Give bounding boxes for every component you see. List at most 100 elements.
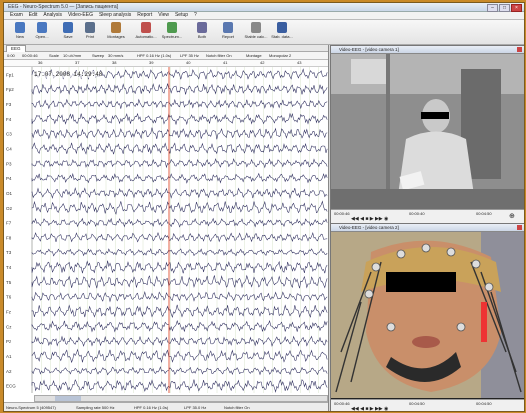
channel-label: F4 bbox=[6, 117, 12, 122]
open-folder-icon bbox=[37, 22, 47, 33]
time-tick: 41 bbox=[223, 60, 228, 65]
scale-label: Scale bbox=[49, 53, 60, 58]
menu-item-setup[interactable]: Setup bbox=[175, 12, 188, 19]
video1-controls: 00:00:46 00:00:40 00:04:50 ◀◀ ◀ ■ ▶ ▶▶ ◉… bbox=[331, 209, 524, 223]
channel-label: ECG bbox=[6, 384, 16, 389]
menu-item-view[interactable]: View bbox=[158, 12, 169, 19]
spectrum-button[interactable]: Spectrum... bbox=[160, 22, 184, 43]
eeg-trace bbox=[31, 335, 328, 347]
channel-label: C4 bbox=[6, 147, 12, 152]
video2-title: Video-EEG - [video camera 2] bbox=[339, 225, 399, 230]
channel-label: T5 bbox=[6, 280, 12, 285]
start-time: 0:00 bbox=[7, 53, 15, 58]
toolbar-label: New bbox=[15, 34, 24, 39]
channel-label: O2 bbox=[6, 206, 13, 211]
channel-label: C3 bbox=[6, 132, 12, 137]
eeg-trace bbox=[31, 83, 328, 95]
channel-label: Cz bbox=[6, 324, 12, 329]
menu-item--[interactable]: ? bbox=[194, 12, 197, 19]
scale-select[interactable]: 10 uV/mm bbox=[63, 53, 81, 58]
stab-data-button[interactable]: Stab. data... bbox=[270, 22, 294, 43]
app-window: EEG - Neuro-Spectrum 5.0 — [Запись пацие… bbox=[3, 2, 525, 412]
both-button[interactable]: Both bbox=[190, 22, 214, 43]
report-icon bbox=[223, 22, 233, 33]
eeg-trace bbox=[31, 348, 328, 364]
status-item: Neuro-Spectrum 5 (409547) bbox=[6, 405, 56, 410]
new-exam-button[interactable]: New bbox=[8, 22, 32, 43]
time-tick: 43 bbox=[297, 60, 302, 65]
both-icon bbox=[197, 22, 207, 33]
channel-label: Pz bbox=[6, 339, 12, 344]
video1-zoom-icon[interactable]: ⊕ bbox=[509, 212, 515, 220]
tab-eeg[interactable]: EEG bbox=[6, 45, 26, 52]
toolbar-label: Report bbox=[221, 34, 234, 39]
sweep-select[interactable]: 30 mm/s bbox=[108, 53, 123, 58]
video2-playback-buttons[interactable]: ◀◀ ◀ ■ ▶ ▶▶ ◉ bbox=[351, 406, 388, 411]
eeg-trace bbox=[31, 127, 328, 140]
menu-bar: Exam Edit Analysis Video-EEG Sleep analysis R… bbox=[4, 12, 524, 20]
eeg-timestamp: 17.07.2008 14:29:48 bbox=[34, 71, 103, 78]
video1-titlebar: Video-EEG - [video camera 1] bbox=[331, 46, 524, 54]
hpf-select[interactable]: HPF 0.16 Hz (1.0s) bbox=[137, 53, 171, 58]
eeg-scrollbar[interactable] bbox=[34, 395, 328, 402]
time-tick: 37 bbox=[75, 60, 80, 65]
lpf-select[interactable]: LPF 35 Hz bbox=[180, 53, 199, 58]
auto-analysis-button[interactable]: Automatic... bbox=[134, 22, 158, 43]
save-button[interactable]: Save bbox=[56, 22, 80, 43]
channel-label: P4 bbox=[6, 176, 12, 181]
time-axis: 36 37 38 39 40 41 42 43 bbox=[4, 60, 328, 67]
eeg-trace bbox=[31, 304, 328, 319]
channel-label: P3 bbox=[6, 161, 12, 166]
eeg-window: EEG 0:00 00:00:46 Scale 10 uV/mm Sweep 3… bbox=[4, 45, 329, 411]
time-tick: 36 bbox=[38, 60, 43, 65]
montage-select[interactable]: Monopolar 2 bbox=[269, 53, 291, 58]
menu-item-analysis[interactable]: Analysis bbox=[43, 12, 62, 19]
open-folder-button[interactable]: Open... bbox=[30, 22, 54, 43]
status-item: Notch filter On bbox=[224, 405, 250, 410]
eeg-control-row: 0:00 00:00:46 Scale 10 uV/mm Sweep 30 mm… bbox=[4, 52, 328, 60]
close-button[interactable]: × bbox=[511, 4, 522, 12]
stable-calc-icon bbox=[251, 22, 261, 33]
stab-data-icon bbox=[277, 22, 287, 33]
channel-label: F7 bbox=[6, 221, 12, 226]
channel-label: F8 bbox=[6, 235, 12, 240]
report-button[interactable]: Report bbox=[216, 22, 240, 43]
current-time: 00:00:46 bbox=[22, 53, 38, 58]
toolbar: New Open... Save Print Montages Automatic... S… bbox=[4, 20, 524, 45]
auto-analysis-icon bbox=[141, 22, 151, 33]
eeg-scrollbar-thumb[interactable] bbox=[55, 396, 81, 401]
menu-item-report[interactable]: Report bbox=[137, 12, 152, 19]
toolbar-label: Montages bbox=[107, 34, 125, 39]
video1-time-left: 00:00:46 bbox=[334, 211, 350, 216]
stable-calc-button[interactable]: Stable calc... bbox=[244, 22, 268, 43]
eeg-trace bbox=[31, 217, 328, 228]
video1-close-button[interactable] bbox=[517, 47, 522, 52]
video1-title: Video-EEG - [video camera 1] bbox=[339, 47, 399, 52]
montage-button[interactable]: Montages bbox=[104, 22, 128, 43]
channel-label: Fp1 bbox=[6, 72, 14, 77]
print-icon bbox=[85, 22, 95, 33]
menu-item-edit[interactable]: Edit bbox=[29, 12, 38, 19]
window-title: EEG - Neuro-Spectrum 5.0 — [Запись пацие… bbox=[8, 4, 119, 10]
menu-item-sleep-analysis[interactable]: Sleep analysis bbox=[99, 12, 131, 19]
channel-label: O1 bbox=[6, 191, 13, 196]
maximize-button[interactable]: □ bbox=[499, 4, 510, 12]
toolbar-label: Save bbox=[63, 34, 73, 39]
print-button[interactable]: Print bbox=[78, 22, 102, 43]
menu-item-exam[interactable]: Exam bbox=[10, 12, 23, 19]
eeg-trace bbox=[31, 98, 328, 110]
montage-label: Montage bbox=[246, 53, 262, 58]
eeg-traces[interactable]: Fp1 Fp2 F3 F4 C3 C4 P3 P4 O1 O2 F7 F8 T3 T4 T5 T6 Fz Cz Pz… bbox=[4, 67, 328, 401]
menu-item-video-eeg[interactable]: Video-EEG bbox=[68, 12, 93, 19]
notch-filter[interactable]: Notch filter On bbox=[206, 53, 232, 58]
channel-label: T4 bbox=[6, 265, 12, 270]
eeg-tab-row: EEG bbox=[4, 45, 328, 52]
video1-time-right: 00:04:50 bbox=[476, 211, 492, 216]
status-item: HPF 0.16 Hz (1.0s) bbox=[134, 405, 169, 410]
video1-playback-buttons[interactable]: ◀◀ ◀ ■ ▶ ▶▶ ◉ bbox=[351, 216, 388, 222]
video2-close-button[interactable] bbox=[517, 225, 522, 230]
video-panel-camera-1: Video-EEG - [video camera 1] 00:00:46 00… bbox=[330, 45, 524, 223]
minimize-button[interactable]: – bbox=[487, 4, 498, 12]
title-bar: EEG - Neuro-Spectrum 5.0 — [Запись пацие… bbox=[4, 3, 524, 12]
eeg-trace bbox=[31, 172, 328, 184]
